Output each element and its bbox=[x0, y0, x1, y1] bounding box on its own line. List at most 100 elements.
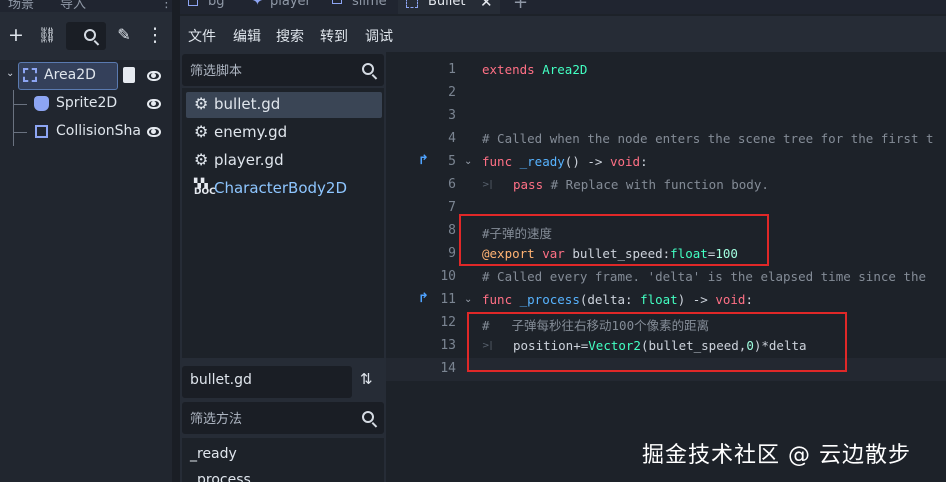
scene-tabs: bg ✦ player slime Bullet ✕ + bbox=[180, 0, 946, 14]
code-text: : bbox=[745, 292, 753, 307]
tree-label-sprite2d: Sprite2D bbox=[56, 95, 118, 111]
method-list: _ready _process bbox=[182, 438, 384, 482]
link-icon[interactable]: ⛓ bbox=[36, 24, 58, 46]
type-name: float bbox=[640, 292, 678, 307]
menu-debug[interactable]: 调试 bbox=[365, 26, 393, 46]
tab-bullet-active[interactable]: Bullet ✕ bbox=[398, 0, 500, 14]
comment: # Replace with function body. bbox=[543, 177, 769, 192]
tree-label-area2d: Area2D bbox=[44, 67, 96, 83]
gear-icon: ⚙ bbox=[194, 150, 209, 169]
script-label: enemy.gd bbox=[214, 123, 288, 141]
code-text: : bbox=[640, 154, 648, 169]
visibility-eye-icon[interactable] bbox=[147, 127, 161, 137]
code-line-5: func _ready() -> void: bbox=[482, 154, 648, 169]
line-number: 2 bbox=[448, 85, 456, 100]
script-item-characterbody2d[interactable]: ▚▚ DOC CharacterBody2D bbox=[186, 176, 382, 202]
function-name: _ready bbox=[512, 154, 565, 169]
code-text: () -> bbox=[564, 154, 610, 169]
line-number: 7 bbox=[448, 200, 456, 215]
menu-file[interactable]: 文件 bbox=[188, 26, 216, 46]
line-number: 3 bbox=[448, 108, 456, 123]
script-menubar: 文件 编辑 搜索 转到 调试 bbox=[180, 16, 946, 52]
sprite2d-icon bbox=[34, 96, 49, 111]
tab-indent-icon: >| bbox=[482, 180, 493, 190]
code-line-10: # Called every frame. 'delta' is the ela… bbox=[482, 269, 927, 284]
keyword: pass bbox=[513, 177, 544, 192]
tab-player[interactable]: player bbox=[270, 0, 311, 9]
node-icon bbox=[188, 0, 198, 6]
scene-menu-icon[interactable]: ⋮ bbox=[144, 24, 166, 46]
code-editor[interactable]: 1 2 3 4 5 6 7 8 9 10 11 12 13 14 ↱ ↱ ⌄ ⌄… bbox=[386, 52, 946, 482]
method-filter-input[interactable]: 筛选方法 bbox=[182, 402, 384, 434]
line-number: 1 bbox=[448, 62, 456, 77]
sort-icon[interactable]: ⇅ bbox=[360, 370, 373, 388]
line-number: 14 bbox=[440, 361, 456, 376]
dock-splitter[interactable] bbox=[172, 0, 180, 482]
line-number: 13 bbox=[440, 338, 456, 353]
doc-icon: ▚▚ DOC bbox=[194, 179, 216, 197]
menu-goto[interactable]: 转到 bbox=[320, 26, 348, 46]
keyword: func bbox=[482, 154, 513, 169]
menu-search[interactable]: 搜索 bbox=[276, 26, 304, 46]
code-line-4: # Called when the node enters the scene … bbox=[482, 131, 934, 146]
tab-import[interactable]: 导入 bbox=[60, 0, 86, 12]
function-name: _process bbox=[512, 292, 580, 307]
script-item-enemy[interactable]: ⚙ enemy.gd bbox=[186, 120, 382, 146]
method-item[interactable]: _ready bbox=[190, 446, 237, 462]
script-list-panel: 筛选脚本 ⚙ bullet.gd ⚙ enemy.gd ⚙ player.gd … bbox=[180, 50, 386, 482]
code-line-6: pass # Replace with function body. bbox=[513, 177, 769, 192]
tab-bullet-label: Bullet bbox=[428, 0, 466, 9]
keyword: void bbox=[715, 292, 746, 307]
add-tab-icon[interactable]: + bbox=[513, 0, 528, 13]
attach-script-icon[interactable]: ✎ bbox=[113, 24, 135, 46]
fold-arrow-icon[interactable]: ⌄ bbox=[464, 156, 472, 167]
script-filter-input[interactable]: 筛选脚本 bbox=[182, 54, 384, 86]
scene-tree: ⌄ Area2D Sprite2D CollisionSha bbox=[0, 60, 172, 482]
tab-slime[interactable]: slime bbox=[352, 0, 387, 9]
code-text: (delta: bbox=[579, 292, 641, 307]
code-line-11: func _process(delta: float) -> void: bbox=[482, 292, 753, 307]
tab-scene[interactable]: 场景 bbox=[8, 0, 34, 12]
method-item[interactable]: _process bbox=[190, 472, 251, 482]
scene-dock: + ⛓ ✎ ⋮ ⌄ Area2D Sprite2D CollisionSha bbox=[0, 12, 172, 482]
current-script-name: bullet.gd bbox=[190, 372, 252, 388]
add-node-icon[interactable]: + bbox=[5, 24, 27, 46]
script-list: ⚙ bullet.gd ⚙ enemy.gd ⚙ player.gd ▚▚ DOC… bbox=[182, 88, 384, 358]
script-filter-placeholder: 筛选脚本 bbox=[190, 64, 243, 79]
tab-bg[interactable]: bg bbox=[208, 0, 225, 9]
collapse-icon[interactable]: ⌄ bbox=[6, 68, 14, 79]
method-filter-placeholder: 筛选方法 bbox=[190, 412, 243, 427]
fold-arrow-icon[interactable]: ⌄ bbox=[464, 294, 472, 305]
visibility-eye-icon[interactable] bbox=[147, 99, 161, 109]
keyword: extends bbox=[482, 62, 535, 77]
code-text: ) -> bbox=[677, 292, 716, 307]
tree-item-area2d[interactable]: ⌄ Area2D bbox=[0, 62, 172, 90]
line-number: 9 bbox=[448, 246, 456, 261]
current-script-field[interactable]: bullet.gd bbox=[182, 366, 352, 398]
line-number: 6 bbox=[448, 177, 456, 192]
area2d-icon bbox=[23, 68, 37, 82]
connection-slot-icon[interactable]: ↱ bbox=[418, 153, 429, 168]
line-number: 4 bbox=[448, 131, 456, 146]
menu-edit[interactable]: 编辑 bbox=[233, 26, 261, 46]
script-label: CharacterBody2D bbox=[214, 179, 348, 197]
close-tab-icon[interactable]: ✕ bbox=[480, 0, 493, 11]
type-name: Area2D bbox=[534, 62, 588, 77]
watermark: 掘金技术社区 @ 云边散步 bbox=[642, 443, 911, 468]
script-attached-icon[interactable] bbox=[123, 67, 135, 83]
collisionshape-icon bbox=[35, 125, 48, 138]
visibility-eye-icon[interactable] bbox=[147, 71, 161, 81]
script-item-player[interactable]: ⚙ player.gd bbox=[186, 148, 382, 174]
search-icon bbox=[362, 411, 374, 423]
search-icon bbox=[362, 63, 374, 75]
connection-slot-icon[interactable]: ↱ bbox=[418, 291, 429, 306]
line-number: 12 bbox=[440, 315, 456, 330]
line-number-gutter: 1 2 3 4 5 6 7 8 9 10 11 12 13 14 bbox=[386, 52, 466, 482]
node-filter-input[interactable] bbox=[66, 22, 106, 50]
keyword: void bbox=[609, 154, 641, 169]
script-item-bullet[interactable]: ⚙ bullet.gd bbox=[186, 92, 382, 118]
code-line-1: extends Area2D bbox=[482, 62, 587, 77]
tree-item-collisionshape[interactable]: CollisionSha bbox=[0, 118, 172, 146]
tree-item-sprite2d[interactable]: Sprite2D bbox=[0, 90, 172, 118]
keyword: func bbox=[482, 292, 513, 307]
